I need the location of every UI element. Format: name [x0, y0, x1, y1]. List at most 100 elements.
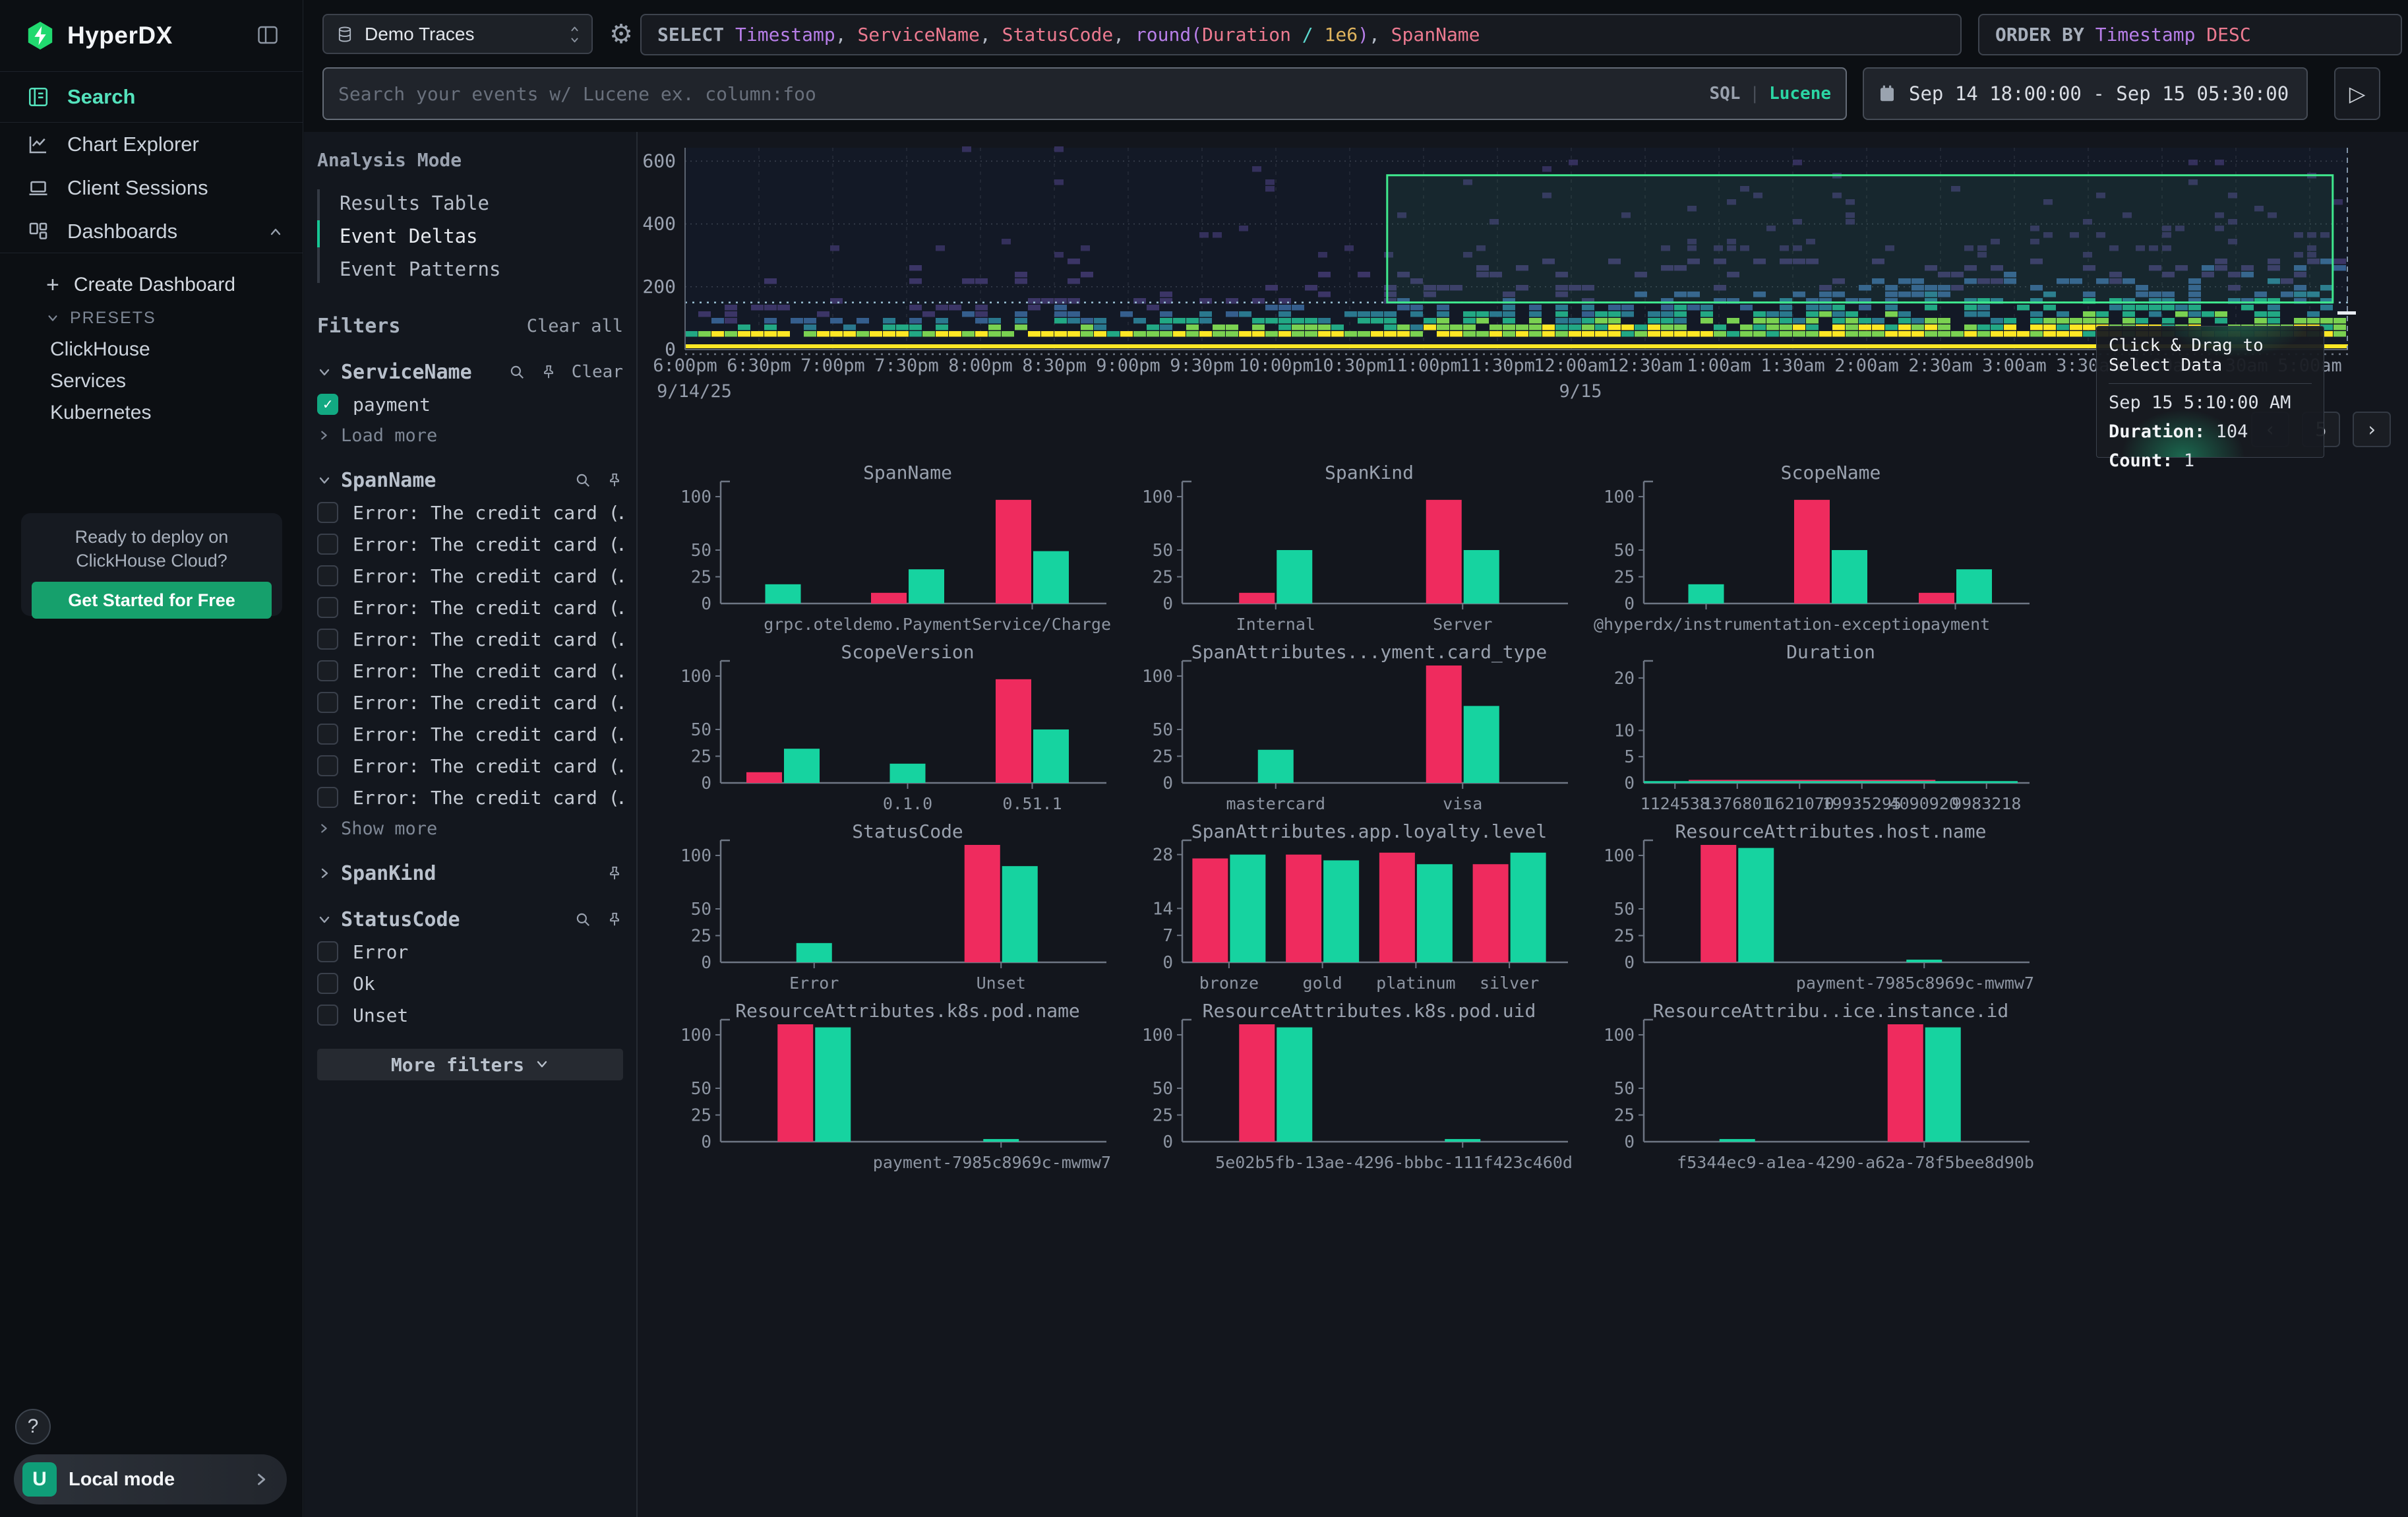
preset-clickhouse[interactable]: ClickHouse — [50, 334, 303, 365]
preset-kubernetes[interactable]: Kubernetes — [50, 397, 303, 429]
filter-group-header-servicename[interactable]: ServiceName Clear — [317, 357, 623, 387]
filter-option-error-the-credit-card[interactable]: Error: The credit card (… — [317, 625, 623, 653]
checkbox-unchecked[interactable] — [317, 692, 338, 713]
pin-icon[interactable] — [606, 472, 623, 489]
topbar: Demo Traces ⚙ SELECT Timestamp, ServiceN… — [304, 0, 2408, 132]
svg-text:ResourceAttributes.k8s.pod.nam: ResourceAttributes.k8s.pod.name — [735, 1000, 1080, 1022]
filter-group-header-statuscode[interactable]: StatusCode — [317, 905, 623, 934]
checkbox-unchecked[interactable] — [317, 1005, 338, 1026]
checkbox-unchecked[interactable] — [317, 597, 338, 618]
pin-icon[interactable] — [606, 865, 623, 882]
checkbox-unchecked[interactable] — [317, 502, 338, 523]
filter-option-error-the-credit-card[interactable]: Error: The credit card (… — [317, 499, 623, 526]
delta-chart-spanattributes-app-loyalty-level: SpanAttributes.app.loyalty.level071428br… — [1131, 820, 1586, 995]
pin-icon[interactable] — [606, 911, 623, 928]
get-started-button[interactable]: Get Started for Free — [32, 582, 272, 619]
svg-text:3:00am: 3:00am — [1982, 356, 2047, 376]
heatmap-tooltip: Click & Drag to Select Data Sep 15 5:10:… — [2096, 326, 2324, 458]
filter-option-error-the-credit-card[interactable]: Error: The credit card (… — [317, 752, 623, 780]
sql-token: , — [1113, 24, 1135, 46]
svg-text:9:30pm: 9:30pm — [1170, 356, 1234, 376]
create-dashboard-button[interactable]: + Create Dashboard — [46, 268, 303, 302]
svg-text:25: 25 — [691, 747, 711, 766]
time-range-picker[interactable]: Sep 14 18:00:00 - Sep 15 05:30:00 — [1863, 67, 2308, 120]
filter-option-payment[interactable]: ✓ payment — [317, 390, 623, 418]
analysis-mode-results-table[interactable]: Results Table — [317, 187, 623, 220]
svg-text:9983218: 9983218 — [1952, 794, 2021, 813]
filter-option-error-the-credit-card[interactable]: Error: The credit card (… — [317, 784, 623, 811]
svg-text:StatusCode: StatusCode — [852, 820, 963, 842]
filter-option-unset[interactable]: Unset — [317, 1001, 623, 1029]
svg-text:100: 100 — [1142, 667, 1173, 687]
search-icon[interactable] — [574, 911, 591, 928]
analysis-mode-event-deltas[interactable]: Event Deltas — [317, 220, 623, 253]
clear-all-filters-button[interactable]: Clear all — [527, 316, 623, 336]
svg-text:1:00am: 1:00am — [1687, 356, 1751, 376]
grid-dashboard-icon — [26, 220, 50, 243]
analysis-mode-title: Analysis Mode — [317, 149, 623, 171]
filter-group-header-spankind[interactable]: SpanKind — [317, 859, 623, 888]
svg-text:0: 0 — [1162, 774, 1173, 793]
filter-group-name: SpanKind — [341, 862, 591, 885]
sql-token: DESC — [2206, 24, 2250, 46]
filter-option-ok[interactable]: Ok — [317, 970, 623, 997]
load-more-button[interactable]: Load more — [317, 422, 623, 449]
checkbox-unchecked[interactable] — [317, 629, 338, 650]
checkbox-unchecked[interactable] — [317, 660, 338, 681]
dashboards-submenu: + Create Dashboard PRESETS ClickHouseSer… — [0, 253, 303, 429]
filter-option-error-the-credit-card[interactable]: Error: The credit card (… — [317, 720, 623, 748]
presets-toggle[interactable]: PRESETS — [46, 302, 303, 334]
svg-text:payment-7985c8969c-mwmw7: payment-7985c8969c-mwmw7 — [1796, 974, 2034, 993]
filter-option-error-the-credit-card[interactable]: Error: The credit card (… — [317, 562, 623, 590]
pin-icon[interactable] — [540, 363, 557, 381]
filter-option-error-the-credit-card[interactable]: Error: The credit card (… — [317, 657, 623, 685]
search-input[interactable] — [338, 83, 1709, 105]
checkbox-unchecked[interactable] — [317, 787, 338, 808]
sidebar-item-client-sessions[interactable]: Client Sessions — [0, 166, 303, 210]
filter-option-error-the-credit-card[interactable]: Error: The credit card (… — [317, 689, 623, 716]
analysis-mode-event-patterns[interactable]: Event Patterns — [317, 253, 623, 286]
checkbox-unchecked[interactable] — [317, 755, 338, 776]
order-by-editor[interactable]: ORDER BY Timestamp DESC — [1978, 14, 2402, 55]
next-page-button[interactable]: › — [2353, 412, 2391, 447]
checkbox-unchecked[interactable] — [317, 973, 338, 994]
gear-icon[interactable]: ⚙ — [604, 17, 638, 51]
checkbox-checked[interactable]: ✓ — [317, 394, 338, 415]
clear-filter-button[interactable]: Clear — [572, 362, 623, 382]
run-query-button[interactable]: ▷ — [2334, 67, 2380, 120]
checkbox-unchecked[interactable] — [317, 724, 338, 745]
presets-list: ClickHouseServicesKubernetes — [46, 334, 303, 429]
svg-text:SpanAttributes...yment.card_ty: SpanAttributes...yment.card_type — [1191, 641, 1547, 664]
logo-row: HyperDX — [0, 0, 303, 71]
preset-services[interactable]: Services — [50, 365, 303, 397]
sidebar-item-search[interactable]: Search — [0, 71, 303, 123]
sql-select-editor[interactable]: SELECT Timestamp, ServiceName, StatusCod… — [640, 14, 1962, 55]
svg-text:1124538: 1124538 — [1640, 794, 1710, 813]
svg-text:platinum: platinum — [1376, 974, 1455, 993]
checkbox-unchecked[interactable] — [317, 565, 338, 586]
search-icon[interactable] — [574, 472, 591, 489]
more-filters-button[interactable]: More filters — [317, 1049, 623, 1080]
sidebar-item-chart-explorer[interactable]: Chart Explorer — [0, 123, 303, 166]
checkbox-unchecked[interactable] — [317, 534, 338, 555]
svg-text:50: 50 — [1614, 1079, 1635, 1099]
help-button[interactable]: ? — [15, 1409, 51, 1444]
checkbox-unchecked[interactable] — [317, 941, 338, 962]
filter-option-error[interactable]: Error — [317, 938, 623, 966]
filter-option-error-the-credit-card[interactable]: Error: The credit card (… — [317, 594, 623, 621]
show-more-button[interactable]: Show more — [317, 815, 623, 842]
svg-text:0: 0 — [701, 953, 711, 973]
sql-mode-toggle[interactable]: SQL — [1709, 84, 1740, 104]
sidebar-item-dashboards[interactable]: Dashboards — [0, 210, 303, 253]
sql-token: round — [1135, 24, 1191, 46]
search-icon[interactable] — [508, 363, 526, 381]
data-source-select[interactable]: Demo Traces — [322, 14, 593, 54]
svg-text:11:00pm: 11:00pm — [1386, 356, 1461, 376]
collapse-sidebar-icon[interactable] — [253, 22, 283, 49]
chevron-down-icon — [46, 311, 59, 325]
svg-text:20: 20 — [1614, 669, 1635, 689]
filter-group-header-spanname[interactable]: SpanName — [317, 466, 623, 495]
local-mode-button[interactable]: U Local mode — [14, 1454, 287, 1504]
filter-option-error-the-credit-card[interactable]: Error: The credit card (… — [317, 530, 623, 558]
lucene-mode-toggle[interactable]: Lucene — [1769, 84, 1831, 104]
